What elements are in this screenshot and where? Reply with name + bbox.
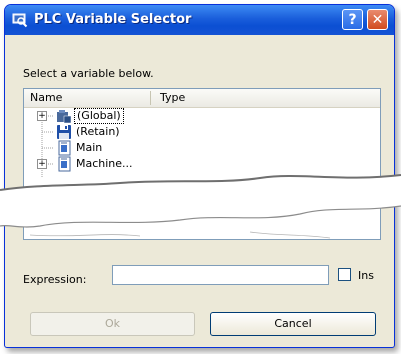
torn-edge-overlay	[0, 174, 401, 239]
